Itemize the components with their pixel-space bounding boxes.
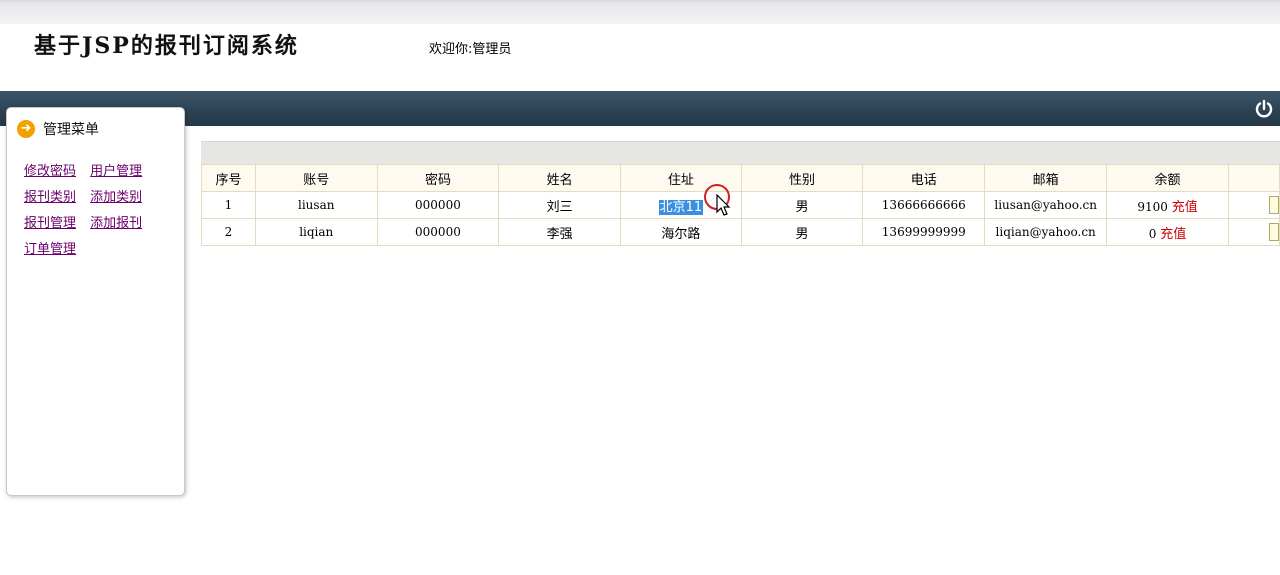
mouse-cursor-icon — [716, 194, 731, 216]
header-account: 账号 — [254, 164, 378, 192]
cell-index: 2 — [201, 218, 256, 246]
header-index: 序号 — [201, 164, 256, 192]
balance-value: 9100 — [1137, 199, 1168, 214]
cell-phone: 13699999999 — [862, 218, 986, 246]
balance-value: 0 — [1148, 226, 1157, 241]
top-strip — [0, 0, 1280, 24]
sidebar-header: ➜ 管理菜单 — [17, 118, 99, 140]
site-title: 基于JSP的报刊订阅系统 — [34, 33, 299, 59]
power-icon[interactable] — [1254, 99, 1274, 119]
cell-balance: 9100 充值 — [1106, 191, 1229, 219]
menu-periodical-category[interactable]: 报刊类别 — [24, 190, 76, 205]
cell-phone: 13666666666 — [862, 191, 986, 219]
header-name: 姓名 — [498, 164, 621, 192]
user-table: 序号 账号 密码 姓名 住址 性别 电话 邮箱 余额 1 liusan 0000… — [201, 164, 1280, 246]
header-gender: 性别 — [740, 164, 864, 192]
header-email: 邮箱 — [984, 164, 1108, 192]
header-phone: 电话 — [862, 164, 986, 192]
table-row: 1 liusan 000000 刘三 北京11 男 13666666666 li… — [201, 191, 1280, 219]
cell-email: liusan@yahoo.cn — [984, 191, 1108, 219]
cell-gender: 男 — [740, 218, 864, 246]
operation-button[interactable] — [1268, 196, 1279, 214]
sidebar-title: 管理菜单 — [43, 122, 99, 138]
arrow-right-icon: ➜ — [17, 120, 35, 138]
cell-index: 1 — [201, 191, 256, 219]
selected-address-text: 北京11 — [658, 199, 704, 215]
cell-account: liusan — [254, 191, 378, 219]
header-password: 密码 — [376, 164, 500, 192]
header-balance: 余额 — [1106, 164, 1229, 192]
recharge-link[interactable]: 充值 — [1160, 227, 1186, 242]
menu-change-password[interactable]: 修改密码 — [24, 164, 76, 179]
cell-balance: 0 充值 — [1106, 218, 1229, 246]
menu-user-management[interactable]: 用户管理 — [90, 164, 142, 179]
header-operation-cut — [1227, 164, 1280, 192]
cell-password: 000000 — [376, 191, 500, 219]
sidebar: ➜ 管理菜单 修改密码 用户管理 报刊类别 添加类别 报刊管理 添加报刊 订单管… — [6, 107, 185, 496]
content-header-bar — [201, 141, 1280, 165]
menu-add-periodical[interactable]: 添加报刊 — [90, 216, 142, 231]
cell-account: liqian — [254, 218, 378, 246]
cell-operation — [1227, 191, 1280, 219]
menu-add-category[interactable]: 添加类别 — [90, 190, 142, 205]
operation-button[interactable] — [1268, 223, 1279, 241]
cell-gender: 男 — [740, 191, 864, 219]
cell-name: 刘三 — [498, 191, 621, 219]
cell-name: 李强 — [498, 218, 621, 246]
cell-password: 000000 — [376, 218, 500, 246]
cell-address: 海尔路 — [619, 218, 742, 246]
menu-periodical-management[interactable]: 报刊管理 — [24, 216, 76, 231]
recharge-link[interactable]: 充值 — [1172, 200, 1198, 215]
welcome-text: 欢迎你:管理员 — [429, 42, 512, 57]
table-header-row: 序号 账号 密码 姓名 住址 性别 电话 邮箱 余额 — [201, 164, 1280, 192]
top-navbar — [0, 91, 1280, 126]
cell-operation — [1227, 218, 1280, 246]
cell-email: liqian@yahoo.cn — [984, 218, 1108, 246]
menu-order-management[interactable]: 订单管理 — [24, 242, 76, 257]
table-row: 2 liqian 000000 李强 海尔路 男 13699999999 liq… — [201, 218, 1280, 246]
